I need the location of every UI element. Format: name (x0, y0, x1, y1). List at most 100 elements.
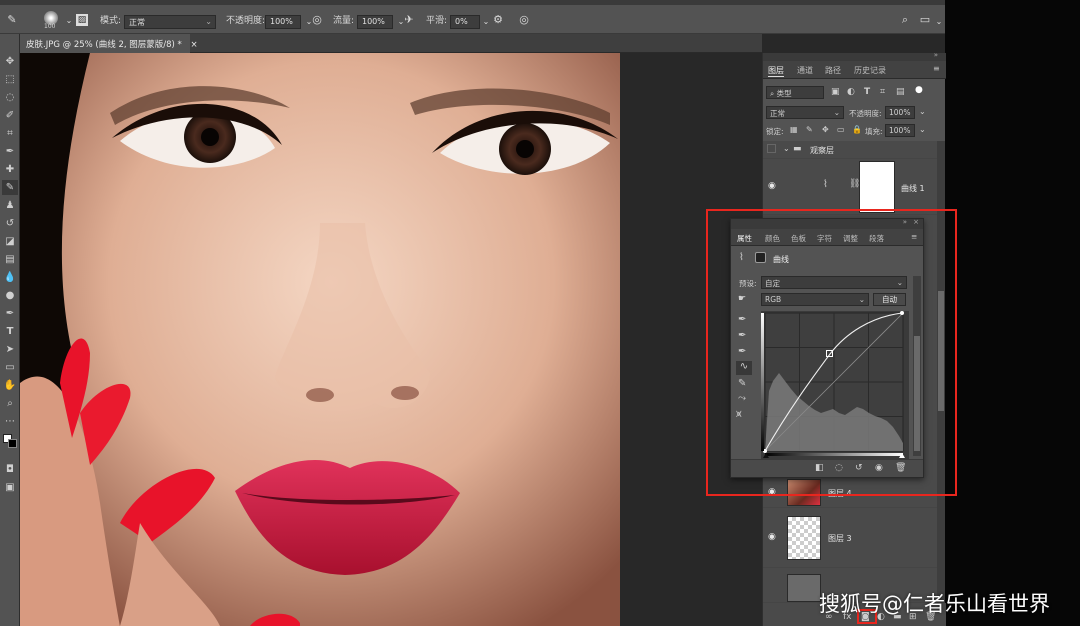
curves-adjustment-icon: ⌇ (823, 179, 828, 190)
lasso-tool-icon[interactable]: ◌ (2, 90, 18, 105)
folder-icon: ▬ (793, 144, 802, 154)
tab-channels[interactable]: 通道 (797, 65, 813, 76)
layer-name[interactable]: 图层 3 (828, 533, 852, 544)
panel-header: » (763, 51, 946, 61)
search-icon[interactable]: ⌕ (898, 13, 912, 27)
filter-toggle-icon[interactable]: ● (915, 85, 923, 95)
lock-artboard-icon[interactable]: ▭ (837, 125, 845, 134)
opacity-label: 不透明度: (226, 16, 266, 26)
pressure-opacity-icon[interactable]: ◎ (310, 13, 324, 27)
fill-label: 填充: (865, 127, 883, 136)
panel-menu-icon[interactable]: ≡ (933, 64, 940, 73)
layer-thumbnail[interactable] (787, 574, 821, 602)
crop-tool-icon[interactable]: ⌗ (2, 126, 18, 141)
type-tool-icon[interactable]: T (2, 324, 18, 339)
eye-icon[interactable]: ◉ (768, 532, 776, 542)
eye-icon[interactable]: ◉ (768, 181, 776, 191)
chevron-down-icon[interactable]: ⌄ (783, 144, 790, 153)
quick-select-tool-icon[interactable]: ✐ (2, 108, 18, 123)
gear-icon[interactable]: ⚙ (491, 13, 505, 27)
visibility-off-box[interactable] (767, 144, 776, 153)
screen-mode-icon[interactable]: ▣ (2, 480, 18, 495)
blur-tool-icon[interactable]: 💧 (2, 270, 18, 285)
mode-select[interactable]: 正常 ⌄ (124, 15, 216, 29)
gradient-tool-icon[interactable]: ▤ (2, 252, 18, 267)
brush-tool-icon[interactable]: ✎ (2, 180, 18, 195)
smoothing-field[interactable]: 0% (450, 15, 480, 29)
background-color-swatch[interactable] (8, 439, 17, 448)
healing-brush-icon[interactable]: ✚ (2, 162, 18, 177)
pen-tool-icon[interactable]: ✒ (2, 306, 18, 321)
shape-filter-icon[interactable]: ⌗ (880, 87, 885, 97)
quick-mask-icon[interactable]: ◘ (2, 462, 18, 477)
portrait-image (20, 53, 620, 626)
lock-transparent-icon[interactable]: ▦ (790, 125, 798, 134)
blend-mode-value: 正常 (770, 109, 785, 118)
lock-label: 锁定: (766, 127, 784, 136)
zoom-tool-icon[interactable]: ⌕ (2, 396, 18, 411)
tab-paths[interactable]: 路径 (825, 65, 841, 76)
layer-group-row[interactable]: ⌄ ▬ 观察层 (763, 141, 939, 159)
eraser-tool-icon[interactable]: ◪ (2, 234, 18, 249)
blend-mode-select[interactable]: 正常 ⌄ (766, 106, 844, 119)
tab-history[interactable]: 历史记录 (854, 65, 886, 76)
mode-label: 模式: (100, 16, 122, 26)
smoothing-label: 平滑: (426, 16, 448, 26)
chevron-down-icon[interactable]: ⌄ (919, 125, 926, 134)
stamp-tool-icon[interactable]: ♟ (2, 198, 18, 213)
fill-field[interactable]: 100% (885, 124, 915, 137)
layer-name[interactable]: 曲线 1 (901, 183, 925, 194)
watermark: 搜狐号@仁者乐山看世界 (819, 592, 1050, 616)
layer-opacity-field[interactable]: 100% (885, 106, 915, 119)
hand-tool-icon[interactable]: ✋ (2, 378, 18, 393)
document-canvas[interactable] (20, 53, 620, 626)
path-select-icon[interactable]: ➤ (2, 342, 18, 357)
workspace-icon[interactable]: ▭ (918, 13, 932, 27)
brush-size: 100 (44, 23, 56, 30)
layer-row-3[interactable]: ◉ 图层 3 (763, 508, 939, 568)
close-tab-icon[interactable]: × (191, 40, 198, 50)
window-background (945, 0, 1080, 626)
mode-value: 正常 (129, 18, 145, 27)
brush-tool-icon[interactable]: ✎ (5, 13, 19, 27)
lock-pixels-icon[interactable]: ✎ (806, 125, 813, 134)
brush-panel-icon[interactable]: ▨ (76, 14, 88, 26)
layer-filter-select[interactable]: ⌕ 类型 (766, 86, 824, 99)
flow-field[interactable]: 100% (357, 15, 393, 29)
layers-tab-bar: 图层 通道 路径 历史记录 ≡ (763, 61, 946, 79)
options-bar: ✎ 100 ⌄ ▨ 模式: 正常 ⌄ 不透明度: 100% ⌄ ◎ 流量: 100… (0, 5, 945, 34)
type-filter-icon[interactable]: T (864, 87, 870, 97)
more-tools-icon[interactable]: ⋯ (2, 414, 18, 429)
chevron-down-icon[interactable]: ⌄ (62, 14, 76, 28)
chevron-down-icon[interactable]: ⌄ (932, 15, 946, 29)
pixel-filter-icon[interactable]: ▣ (831, 87, 840, 97)
layer-mask-thumbnail[interactable] (859, 161, 895, 213)
layer-name[interactable]: 观察层 (810, 145, 834, 156)
document-tab-bar: 皮肤.JPG @ 25% (曲线 2, 图层蒙版/8) * × (20, 34, 762, 53)
tools-panel: ✥ ⬚ ◌ ✐ ⌗ ✒ ✚ ✎ ♟ ↺ ◪ ▤ 💧 ● ✒ T ➤ ▭ ✋ ⌕ … (0, 34, 20, 626)
eyedropper-tool-icon[interactable]: ✒ (2, 144, 18, 159)
highlight-box (706, 209, 957, 496)
layer-row-curves[interactable]: ◉ ⌇ ⛓ 曲线 1 (763, 159, 939, 215)
flow-label: 流量: (333, 16, 355, 26)
lock-all-icon[interactable]: 🔒 (852, 125, 862, 134)
rectangle-tool-icon[interactable]: ▭ (2, 360, 18, 375)
document-tab[interactable]: 皮肤.JPG @ 25% (曲线 2, 图层蒙版/8) * × (20, 34, 198, 53)
history-brush-icon[interactable]: ↺ (2, 216, 18, 231)
layer-opacity-label: 不透明度: (849, 109, 882, 118)
filter-kind-value: 类型 (776, 89, 792, 98)
airbrush-icon[interactable]: ✈ (402, 13, 416, 27)
lock-position-icon[interactable]: ✥ (822, 125, 829, 134)
tab-layers[interactable]: 图层 (768, 65, 784, 77)
document-title: 皮肤.JPG @ 25% (曲线 2, 图层蒙版/8) * (26, 40, 182, 50)
layer-thumbnail[interactable] (787, 516, 821, 560)
opacity-field[interactable]: 100% (265, 15, 301, 29)
marquee-tool-icon[interactable]: ⬚ (2, 72, 18, 87)
dodge-tool-icon[interactable]: ● (2, 288, 18, 303)
collapse-icon[interactable]: » (934, 51, 938, 59)
move-tool-icon[interactable]: ✥ (2, 54, 18, 69)
chevron-down-icon[interactable]: ⌄ (919, 107, 926, 116)
pressure-size-icon[interactable]: ◎ (517, 13, 531, 27)
adjustment-filter-icon[interactable]: ◐ (847, 87, 855, 97)
smart-object-filter-icon[interactable]: ▤ (896, 87, 905, 97)
